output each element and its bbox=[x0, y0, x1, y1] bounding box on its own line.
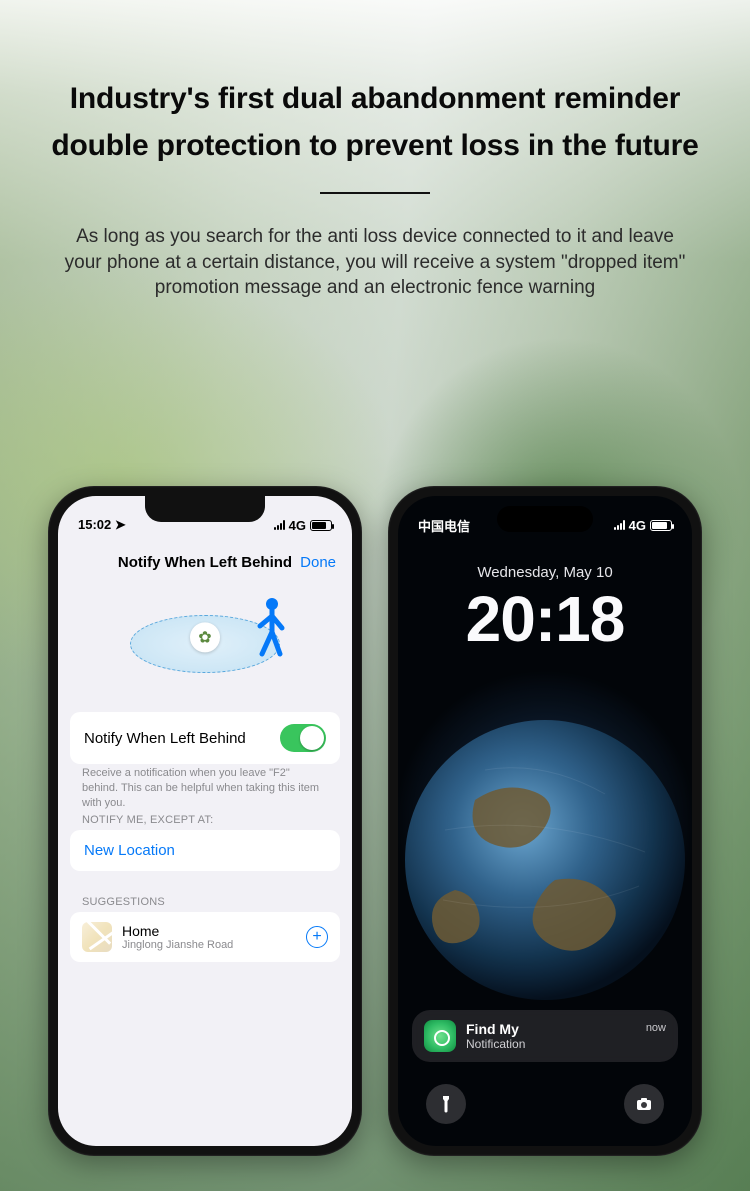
flashlight-icon bbox=[437, 1095, 455, 1113]
earth-globe-icon bbox=[398, 710, 692, 1010]
lockscreen-time: 20:18 bbox=[398, 582, 692, 656]
signal-icon bbox=[614, 520, 625, 530]
notch bbox=[145, 496, 265, 522]
suggestion-card: Home Jinglong Jianshe Road + bbox=[70, 912, 340, 962]
section-header-notify-except: NOTIFY ME, EXCEPT AT: bbox=[58, 814, 213, 826]
nav-title: Notify When Left Behind bbox=[118, 554, 292, 571]
add-suggestion-button[interactable]: + bbox=[306, 926, 328, 948]
suggestion-name: Home bbox=[122, 923, 296, 939]
notify-toggle-row[interactable]: Notify When Left Behind bbox=[70, 712, 340, 764]
walking-person-icon bbox=[246, 596, 290, 662]
headline-line-1: Industry's first dual abandonment remind… bbox=[70, 82, 681, 115]
notify-toggle-card: Notify When Left Behind bbox=[70, 712, 340, 764]
status-time: 15:02 ➤ bbox=[78, 517, 126, 533]
tag-beacon-icon: ✿ bbox=[190, 622, 220, 652]
signal-icon bbox=[274, 520, 285, 530]
notification-text: Find My Notification bbox=[466, 1021, 636, 1051]
dynamic-island bbox=[497, 506, 593, 532]
phone-right-screen: 中国电信 4G Wednesday, May 10 20:18 bbox=[398, 496, 692, 1146]
status-right: 4G bbox=[614, 518, 672, 533]
subheadline: As long as you search for the anti loss … bbox=[0, 224, 750, 301]
status-carrier: 中国电信 bbox=[418, 516, 470, 535]
phone-left-screen: 15:02 ➤ 4G Notify When Left Behind Done … bbox=[58, 496, 352, 1146]
phone-left: 15:02 ➤ 4G Notify When Left Behind Done … bbox=[48, 486, 362, 1156]
camera-icon bbox=[635, 1095, 653, 1113]
done-button[interactable]: Done bbox=[300, 554, 336, 571]
notify-toggle-label: Notify When Left Behind bbox=[84, 730, 246, 747]
headline-line-2: double protection to prevent loss in the… bbox=[51, 129, 698, 162]
location-arrow-icon: ➤ bbox=[115, 517, 126, 532]
battery-icon bbox=[650, 520, 672, 531]
phones-row: 15:02 ➤ 4G Notify When Left Behind Done … bbox=[0, 486, 750, 1191]
headline: Industry's first dual abandonment remind… bbox=[0, 76, 750, 169]
left-behind-illustration: ✿ bbox=[58, 584, 352, 704]
notification-body: Notification bbox=[466, 1037, 636, 1051]
nav-bar: Notify When Left Behind Done bbox=[58, 542, 352, 582]
headline-divider bbox=[320, 192, 430, 194]
phone-right: 中国电信 4G Wednesday, May 10 20:18 bbox=[388, 486, 702, 1156]
notify-helper-text: Receive a notification when you leave "F… bbox=[58, 760, 352, 811]
camera-button[interactable] bbox=[624, 1084, 664, 1124]
section-header-suggestions: SUGGESTIONS bbox=[58, 896, 165, 908]
suggestion-address: Jinglong Jianshe Road bbox=[122, 939, 296, 951]
notify-toggle-switch[interactable] bbox=[280, 724, 326, 752]
status-right: 4G bbox=[274, 518, 332, 533]
notification-time: now bbox=[646, 1020, 666, 1034]
lockscreen-notification[interactable]: Find My Notification now bbox=[412, 1010, 678, 1062]
map-thumbnail-icon bbox=[82, 922, 112, 952]
network-label: 4G bbox=[629, 518, 646, 533]
flashlight-button[interactable] bbox=[426, 1084, 466, 1124]
suggestion-text: Home Jinglong Jianshe Road bbox=[122, 923, 296, 951]
battery-icon bbox=[310, 520, 332, 531]
status-time-text: 15:02 bbox=[78, 517, 111, 532]
new-location-card: New Location bbox=[70, 830, 340, 871]
new-location-button[interactable]: New Location bbox=[70, 830, 340, 871]
notification-title: Find My bbox=[466, 1021, 636, 1037]
network-label: 4G bbox=[289, 518, 306, 533]
suggestion-row-home[interactable]: Home Jinglong Jianshe Road + bbox=[70, 912, 340, 962]
lockscreen-date: Wednesday, May 10 bbox=[398, 564, 692, 581]
find-my-app-icon bbox=[424, 1020, 456, 1052]
